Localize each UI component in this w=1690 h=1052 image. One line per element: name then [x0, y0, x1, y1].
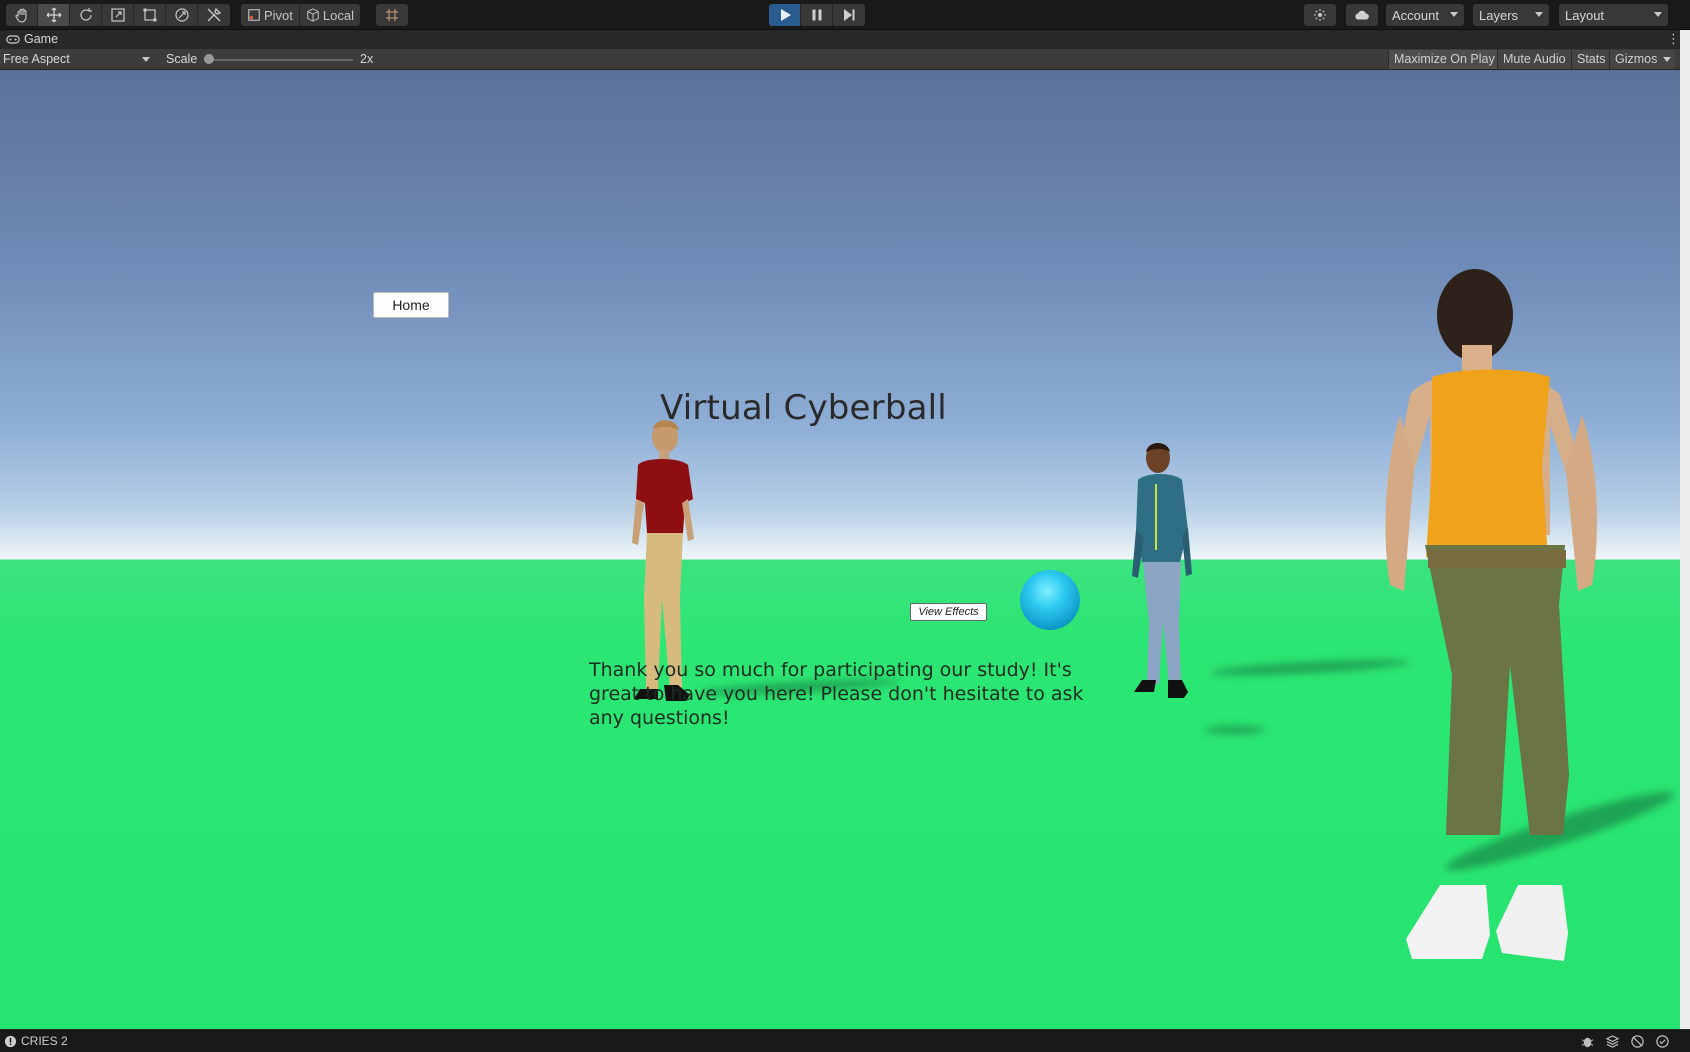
tools-icon	[207, 7, 222, 22]
inspector-edge	[1680, 30, 1690, 1029]
pivot-local-group: Pivot Local	[241, 4, 360, 26]
cloud-group	[1346, 4, 1378, 26]
account-dropdown[interactable]: Account	[1386, 4, 1464, 26]
pause-button[interactable]	[801, 4, 833, 26]
unity-editor: Pivot Local Account Layers Layout Game ⋮…	[0, 0, 1690, 1052]
status-text: CRIES 2	[21, 1034, 68, 1048]
pivot-label: Pivot	[264, 7, 293, 23]
check-circle-icon[interactable]	[1655, 1034, 1670, 1049]
aspect-dropdown[interactable]: Free Aspect	[0, 49, 158, 70]
game-view-toolbar: Free Aspect Scale 2x Maximize On Play Mu…	[0, 49, 1680, 70]
move-icon	[46, 7, 61, 23]
chevron-down-icon	[1535, 12, 1543, 17]
playmode-controls	[769, 4, 865, 26]
transform-tool-button[interactable]	[166, 4, 198, 26]
layers-stack-icon[interactable]	[1605, 1034, 1620, 1049]
maximize-on-play-toggle[interactable]: Maximize On Play	[1388, 50, 1500, 69]
cloud-icon	[1355, 10, 1369, 20]
stats-label: Stats	[1577, 52, 1606, 66]
man-jacket-player-avatar[interactable]	[1126, 440, 1206, 710]
chevron-down-icon	[142, 57, 150, 62]
layout-dropdown[interactable]: Layout	[1559, 4, 1668, 26]
layers-dropdown[interactable]: Layers	[1473, 4, 1549, 26]
move-tool-button[interactable]	[38, 4, 70, 26]
game-view[interactable]: Home Virtual Cyberball View Effects Than…	[0, 70, 1680, 1029]
scale-value: 2x	[360, 52, 374, 66]
chevron-down-icon	[1654, 12, 1662, 17]
step-icon	[844, 9, 855, 21]
grid-icon	[386, 9, 398, 21]
tab-game[interactable]: Game	[6, 32, 58, 46]
view-effects-button[interactable]: View Effects	[910, 603, 987, 621]
info-icon	[4, 1035, 17, 1047]
transform-icon	[174, 8, 189, 22]
chevron-down-icon	[1450, 12, 1458, 17]
tab-game-label: Game	[24, 32, 59, 46]
view-effects-label: View Effects	[918, 606, 979, 618]
network-icon[interactable]	[1630, 1034, 1645, 1049]
transform-tools	[6, 4, 230, 26]
kebab-menu-icon[interactable]: ⋮	[1667, 31, 1680, 47]
chevron-down-icon	[1663, 57, 1672, 62]
play-button[interactable]	[769, 4, 801, 26]
aspect-label: Free Aspect	[3, 52, 70, 66]
local-label: Local	[322, 7, 354, 23]
console-status[interactable]: CRIES 2	[4, 1034, 68, 1048]
hand-tool-button[interactable]	[6, 4, 38, 26]
local-button[interactable]: Local	[300, 4, 360, 26]
step-button[interactable]	[833, 4, 865, 26]
scale-tool-button[interactable]	[102, 4, 134, 26]
pivot-button[interactable]: Pivot	[241, 4, 300, 26]
services-icon	[1314, 9, 1326, 21]
main-toolbar: Pivot Local Account Layers Layout	[0, 0, 1690, 30]
scale-label: Scale	[166, 52, 198, 66]
cyberball[interactable]	[1020, 570, 1080, 630]
status-bar: CRIES 2	[0, 1029, 1690, 1052]
mute-audio-toggle[interactable]: Mute Audio	[1497, 50, 1571, 69]
grid-snap-group	[376, 4, 408, 26]
gizmos-label: Gizmos	[1615, 52, 1658, 66]
ball-shadow	[1205, 726, 1265, 734]
pivot-icon	[248, 9, 260, 21]
rotate-icon	[79, 8, 92, 21]
scale-slider-track[interactable]	[208, 59, 353, 61]
pause-icon	[812, 9, 821, 21]
thank-you-message: Thank you so much for participating our …	[589, 659, 1084, 729]
game-title: Virtual Cyberball	[660, 388, 947, 428]
stats-toggle[interactable]: Stats	[1571, 50, 1611, 69]
maximize-label: Maximize On Play	[1394, 52, 1495, 66]
rotate-tool-button[interactable]	[70, 4, 102, 26]
cloud-button[interactable]	[1346, 4, 1378, 26]
rect-icon	[143, 8, 156, 22]
scale-icon	[110, 8, 125, 22]
gizmos-dropdown[interactable]: Gizmos	[1609, 50, 1676, 69]
custom-tools-button[interactable]	[198, 4, 230, 26]
local-cube-icon	[307, 8, 319, 22]
bug-icon[interactable]	[1580, 1034, 1595, 1049]
game-tab-bar: Game ⋮	[0, 30, 1690, 49]
hand-icon	[14, 8, 27, 23]
rect-tool-button[interactable]	[134, 4, 166, 26]
home-button-label: Home	[392, 297, 430, 313]
grid-snap-button[interactable]	[376, 4, 408, 26]
muscular-player-avatar[interactable]	[1370, 265, 1630, 975]
services-button[interactable]	[1304, 4, 1336, 26]
layout-label: Layout	[1565, 7, 1605, 23]
gamepad-icon	[6, 34, 20, 44]
play-icon	[780, 9, 791, 21]
scale-slider-handle[interactable]	[204, 54, 214, 64]
account-label: Account	[1392, 7, 1439, 23]
home-button[interactable]: Home	[373, 292, 449, 318]
layers-label: Layers	[1479, 7, 1519, 23]
mute-label: Mute Audio	[1503, 52, 1566, 66]
services-group	[1304, 4, 1336, 26]
